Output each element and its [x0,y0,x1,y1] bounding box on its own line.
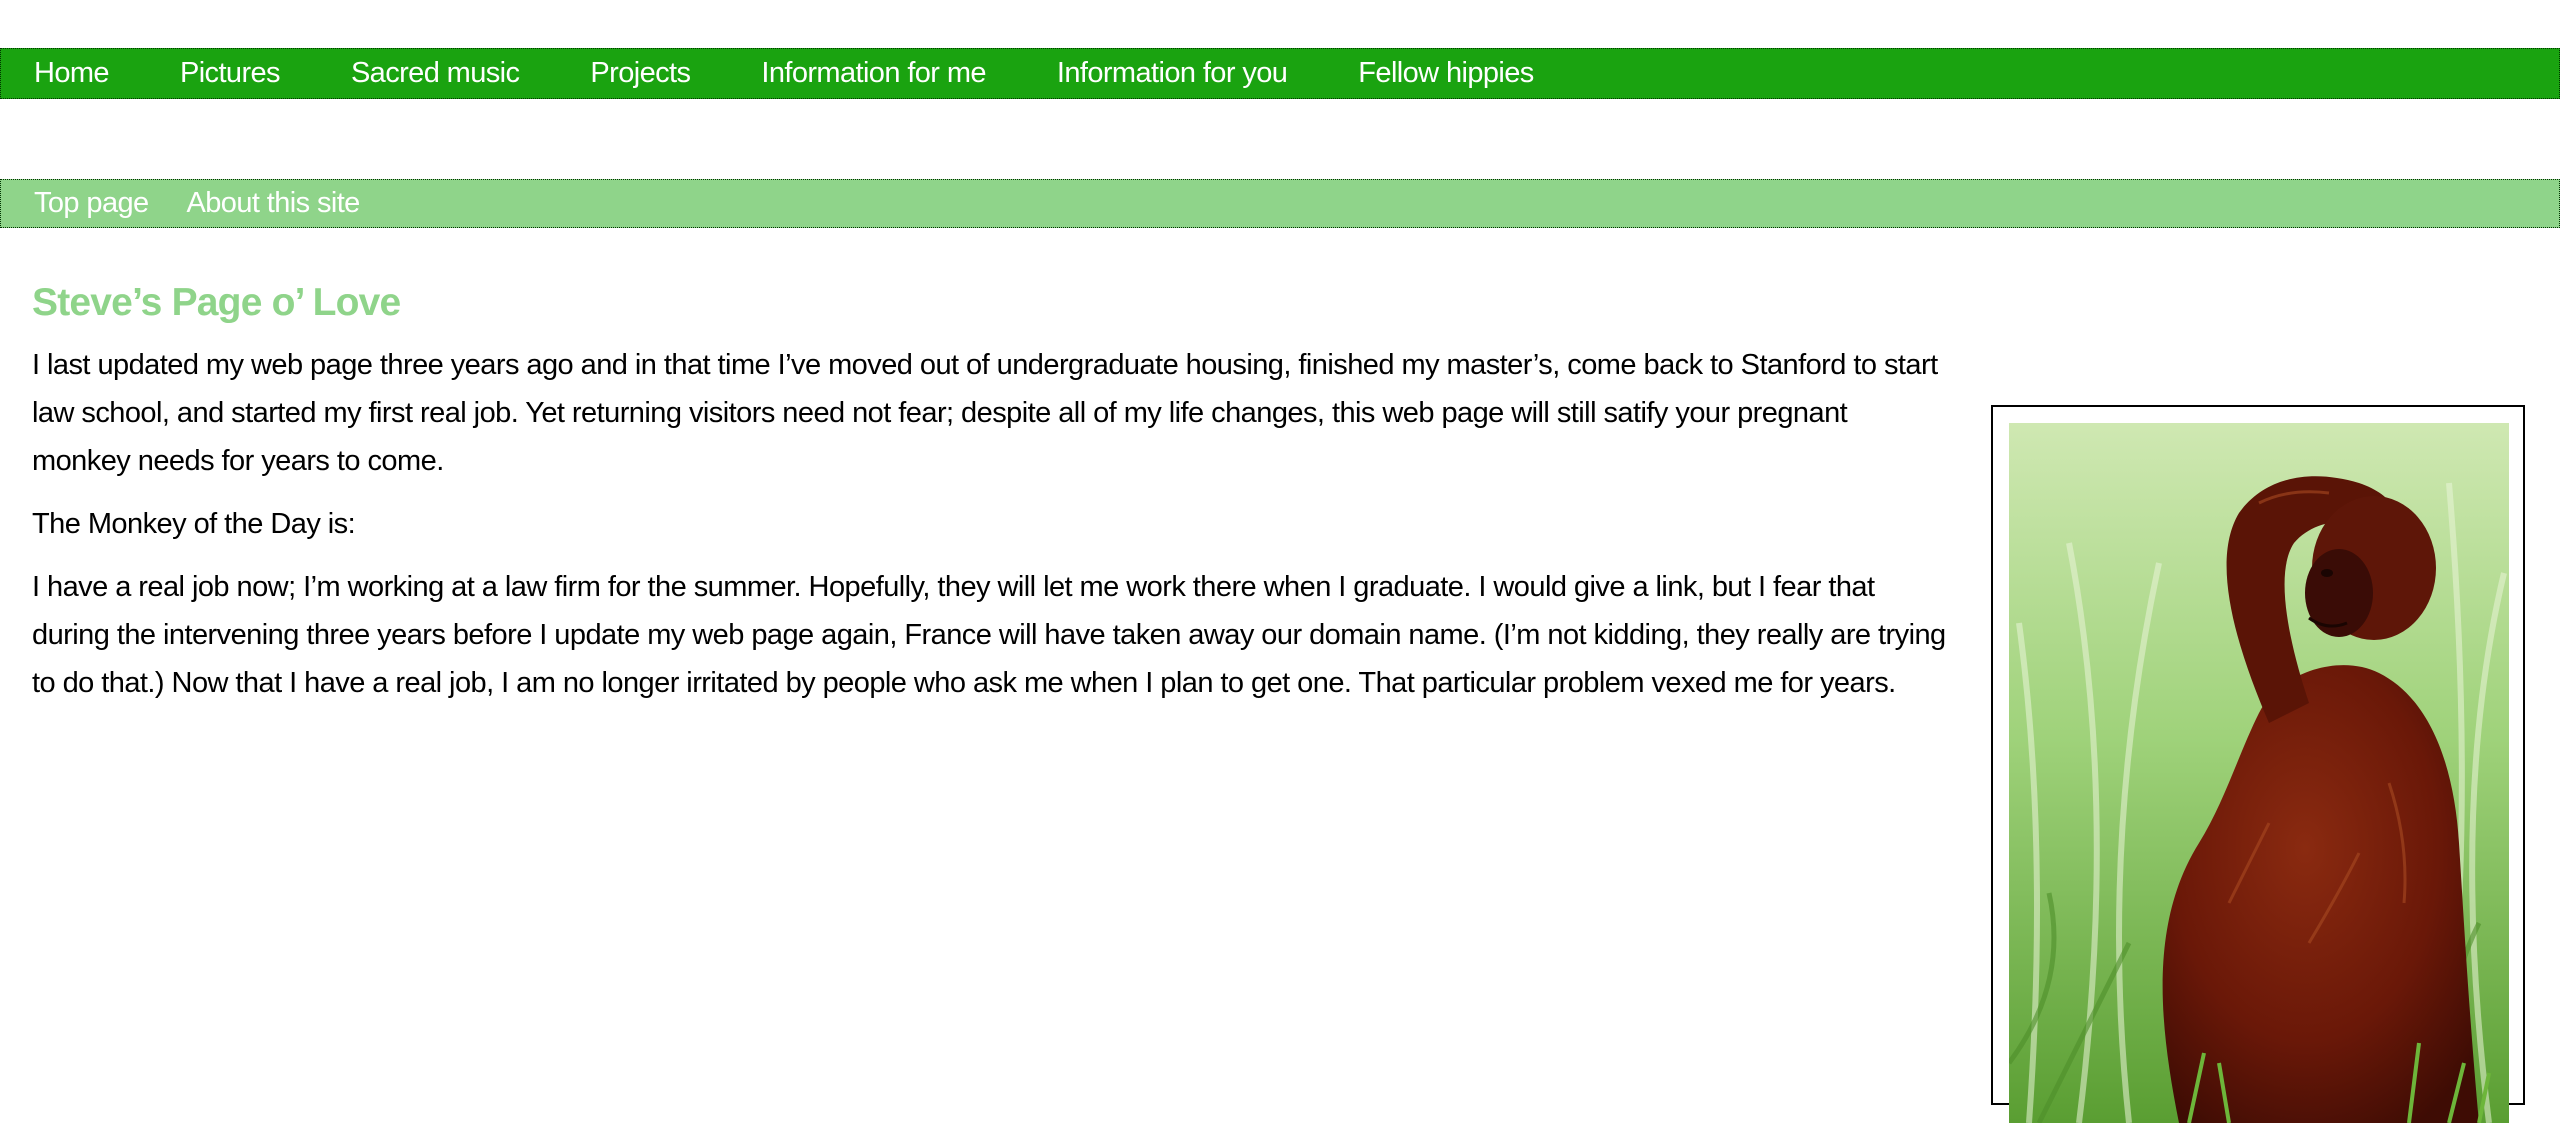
monkey-photo [2009,423,2509,1123]
page-title: Steve’s Page o’ Love [32,281,401,324]
nav-link-pictures[interactable]: Pictures [180,57,281,90]
subnav-link-top-page[interactable]: Top page [34,187,149,220]
primary-nav-bar: Home Pictures Sacred music Projects Info… [0,48,2560,99]
job-paragraph: I have a real job now; I’m working at a … [32,571,1946,699]
nav-link-home[interactable]: Home [34,57,110,90]
secondary-nav-bar: Top page About this site [0,179,2560,228]
monkey-illustration [2009,423,2509,1123]
monkey-of-the-day-label: The Monkey of the Day is: [32,508,356,540]
nav-link-fellow-hippies[interactable]: Fellow hippies [1358,57,1534,90]
nav-link-information-for-me[interactable]: Information for me [761,57,986,90]
intro-paragraph: I last updated my web page three years a… [32,349,1938,477]
nav-link-projects[interactable]: Projects [590,57,691,90]
monkey-of-the-day-frame [1991,405,2525,1123]
nav-link-information-for-you[interactable]: Information for you [1057,57,1288,90]
subnav-link-about-this-site[interactable]: About this site [187,187,361,220]
main-content: Steve’s Page o’ Love I last updated my w… [32,275,1952,722]
nav-link-sacred-music[interactable]: Sacred music [351,57,520,90]
